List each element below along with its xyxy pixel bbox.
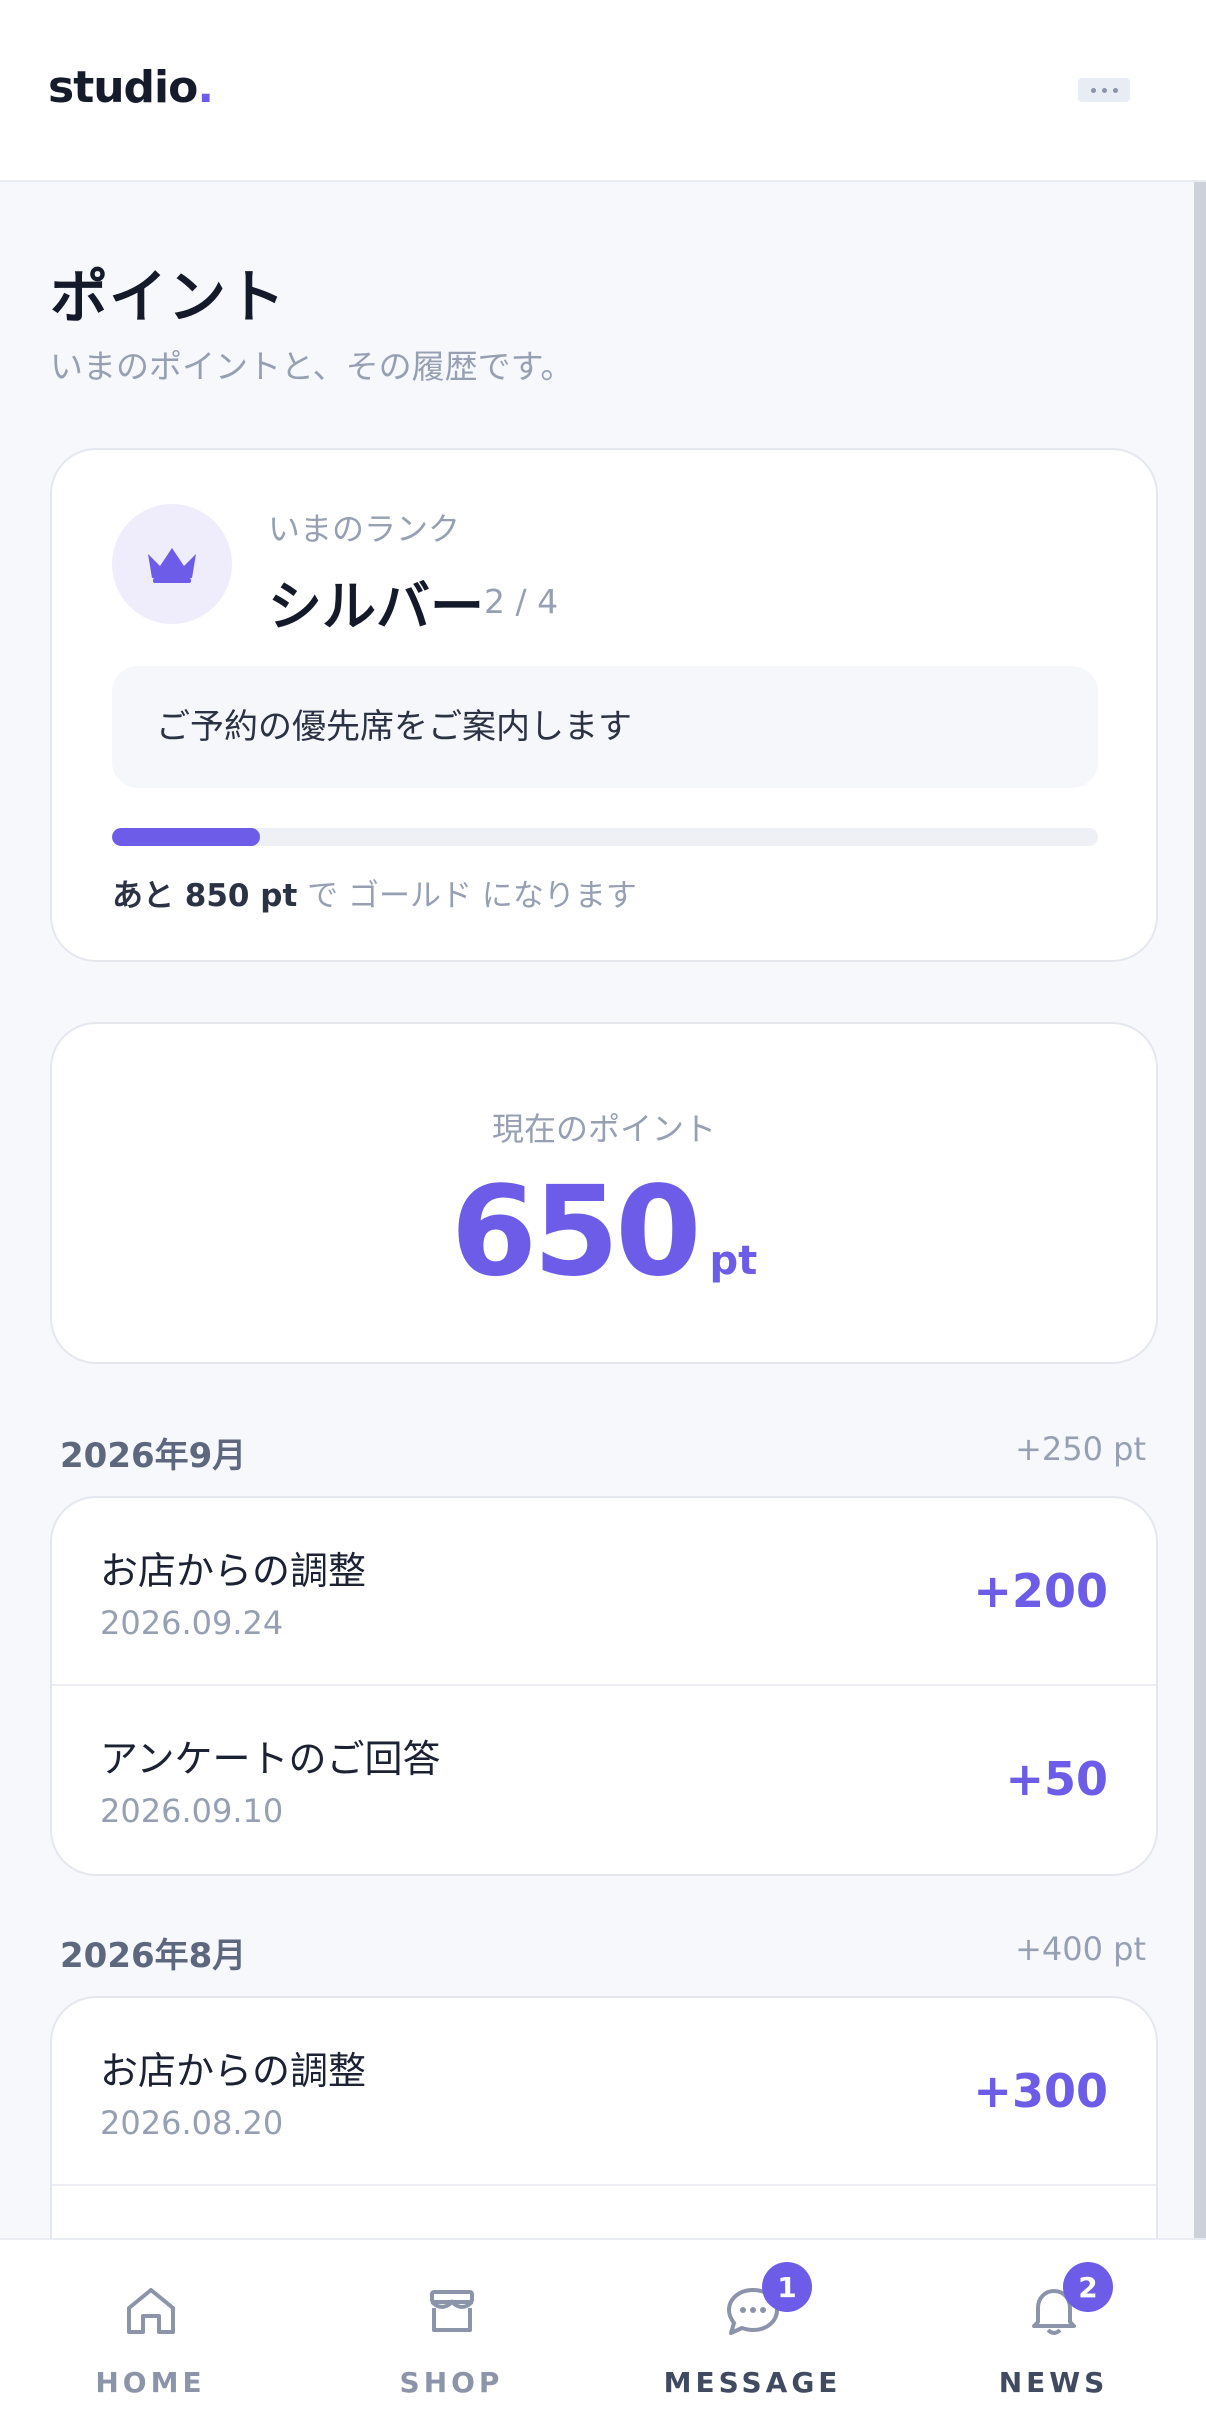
rank-name: シルバー [268,575,484,638]
news-badge: 2 [1063,2262,1113,2312]
points-label: 現在のポイント [491,1110,716,1148]
rank-label: いまのランク [268,510,461,548]
shop-icon [429,2290,474,2332]
nav-home[interactable]: HOME [0,2240,301,2432]
history-date: 2026.09.24 [100,1604,284,1642]
history-title: アンケートのご回答 [100,1737,441,1781]
month-heading: 2026年8月 [60,1936,247,1976]
month-heading: 2026年9月 [60,1436,247,1476]
nav-label: MESSAGE [663,2366,842,2399]
history-list: お店からの調整 2026.09.24 +200 アンケートのご回答 2026.0… [50,1496,1158,1876]
rank-progress-fill [112,828,260,846]
rank-benefit: ご予約の優先席をご案内します [112,666,1098,788]
history-amount: +300 [973,2064,1108,2118]
history-date: 2026.09.10 [100,1792,284,1830]
history-amount: +50 [1005,1752,1108,1806]
dot-icon [1112,87,1118,93]
crown-icon [112,504,232,624]
nav-label: HOME [95,2366,206,2399]
bottom-nav: HOME SHOP 1 MESSAGE 2 NEWS [0,2238,1206,2432]
rank-progress-note: あと 850 pt で ゴールド になります [112,878,637,914]
dot-icon [1101,87,1107,93]
points-unit: pt [709,1238,758,1284]
history-date: 2026.08.20 [100,2104,284,2142]
more-menu-button[interactable] [1078,78,1130,102]
month-total: +400 pt [1015,1930,1146,1968]
history-title: お店からの調整 [100,1549,367,1593]
rank-card: いまのランク シルバー 2 / 4 ご予約の優先席をご案内します あと 850 … [50,448,1158,962]
points-value: 650 pt [52,1160,1156,1304]
nav-label: NEWS [998,2366,1109,2399]
page-title: ポイント [50,263,287,331]
nav-news[interactable]: 2 NEWS [903,2240,1204,2432]
home-icon [126,2288,175,2334]
history-title: お店からの調整 [100,2049,367,2093]
rank-progress-bar [112,828,1098,846]
app-header: studio. [0,0,1206,182]
history-row[interactable]: お店からの調整 2026.08.20 +300 [52,1998,1156,2186]
logo[interactable]: studio. [48,62,214,113]
dot-icon [1090,87,1096,93]
points-card: 現在のポイント 650 pt [50,1022,1158,1364]
history-row[interactable]: お店からの調整 2026.09.24 +200 [52,1498,1156,1686]
message-badge: 1 [762,2262,812,2312]
scrollbar[interactable] [1194,182,1206,2242]
rank-step: 2 / 4 [484,582,559,621]
page-subtitle: いまのポイントと、その履歴です。 [50,347,574,386]
month-total: +250 pt [1015,1430,1146,1468]
nav-label: SHOP [399,2366,504,2399]
history-row[interactable]: アンケートのご回答 2026.09.10 +50 [52,1686,1156,1874]
nav-shop[interactable]: SHOP [301,2240,602,2432]
points-number: 650 [450,1160,702,1304]
history-amount: +200 [973,1564,1108,1618]
nav-message[interactable]: 1 MESSAGE [602,2240,903,2432]
